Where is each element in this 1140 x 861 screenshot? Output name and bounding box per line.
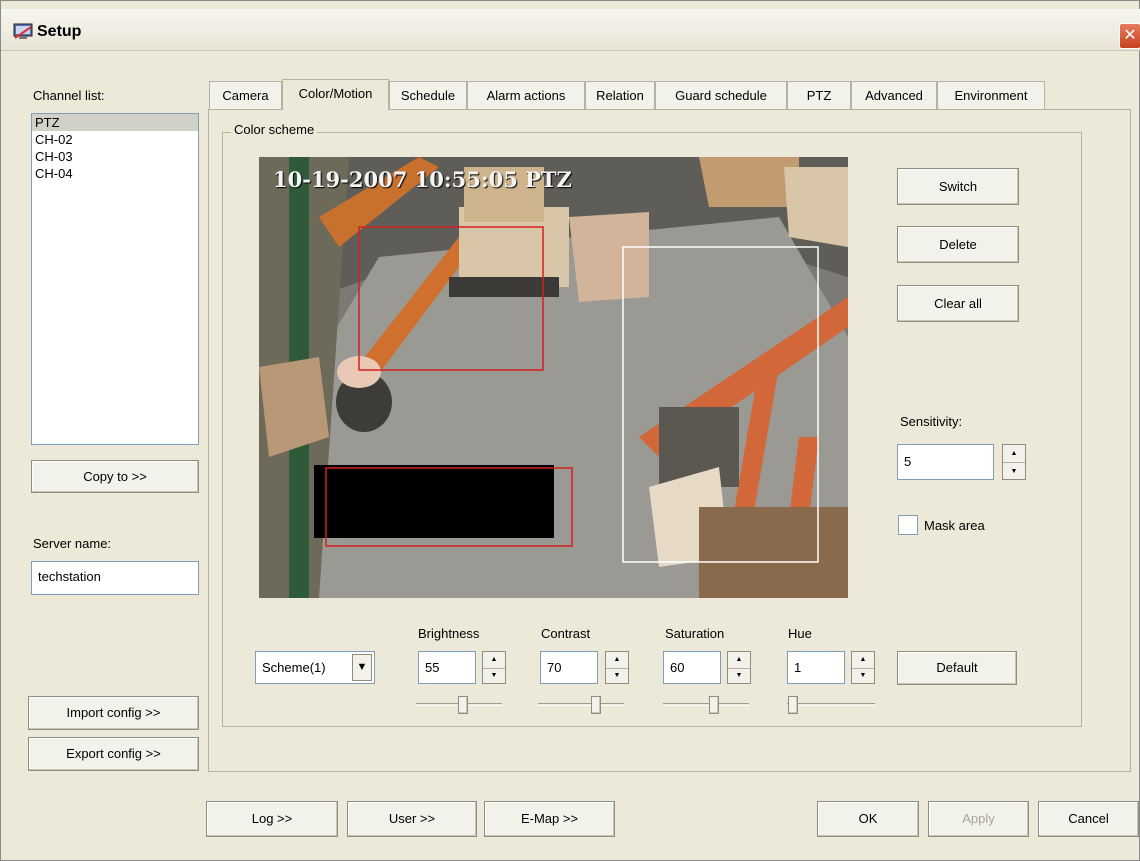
setup-app-icon — [13, 23, 33, 39]
channel-item[interactable]: CH-02 — [32, 131, 198, 148]
saturation-slider[interactable] — [663, 703, 749, 706]
mask-area-label: Mask area — [924, 518, 985, 533]
spin-up-icon[interactable]: ▲ — [606, 652, 628, 668]
channel-item[interactable]: CH-04 — [32, 165, 198, 182]
color-scheme-group-label: Color scheme — [231, 122, 318, 137]
tab-schedule[interactable]: Schedule — [389, 81, 467, 109]
contrast-spinner[interactable]: ▲ ▼ — [605, 651, 629, 684]
channel-item[interactable]: CH-03 — [32, 148, 198, 165]
tab-relation[interactable]: Relation — [585, 81, 655, 109]
contrast-slider[interactable] — [538, 703, 624, 706]
chevron-down-icon[interactable]: ▼ — [352, 654, 372, 681]
tab-alarm-actions[interactable]: Alarm actions — [467, 81, 585, 109]
channel-list-label: Channel list: — [33, 88, 105, 103]
tab-guard-schedule[interactable]: Guard schedule — [655, 81, 787, 109]
video-timestamp-overlay: 10-19-2007 10:55:05 PTZ — [273, 167, 572, 192]
cancel-button[interactable]: Cancel — [1038, 801, 1139, 837]
video-preview[interactable]: 10-19-2007 10:55:05 PTZ — [259, 157, 848, 598]
window-title: Setup — [37, 23, 82, 40]
log-button[interactable]: Log >> — [206, 801, 338, 837]
tab-ptz[interactable]: PTZ — [787, 81, 851, 109]
saturation-spinner[interactable]: ▲ ▼ — [727, 651, 751, 684]
hue-label: Hue — [788, 626, 812, 641]
scheme-select-value: Scheme(1) — [262, 660, 326, 675]
sensitivity-spinner[interactable]: ▲ ▼ — [1002, 444, 1026, 480]
ok-button[interactable]: OK — [817, 801, 919, 837]
spin-up-icon[interactable]: ▲ — [728, 652, 750, 668]
title-bar: Setup ✕ — [1, 9, 1140, 51]
default-button[interactable]: Default — [897, 651, 1017, 685]
spin-down-icon[interactable]: ▼ — [483, 667, 505, 684]
close-icon[interactable]: ✕ — [1119, 23, 1140, 49]
hue-slider[interactable] — [787, 703, 875, 706]
server-name-label: Server name: — [33, 536, 112, 551]
saturation-label: Saturation — [665, 626, 725, 641]
brightness-field[interactable]: 55 — [418, 651, 476, 684]
user-button[interactable]: User >> — [347, 801, 477, 837]
channel-list[interactable]: PTZ CH-02 CH-03 CH-04 — [31, 113, 199, 445]
spin-up-icon[interactable]: ▲ — [852, 652, 874, 668]
contrast-field[interactable]: 70 — [540, 651, 598, 684]
sensitivity-label: Sensitivity: — [900, 414, 963, 429]
copy-to-button[interactable]: Copy to >> — [31, 460, 199, 493]
tab-environment[interactable]: Environment — [937, 81, 1045, 109]
hue-field[interactable]: 1 — [787, 651, 845, 684]
clear-all-button[interactable]: Clear all — [897, 285, 1019, 322]
spin-up-icon[interactable]: ▲ — [483, 652, 505, 668]
switch-button[interactable]: Switch — [897, 168, 1019, 205]
brightness-slider-thumb[interactable] — [457, 696, 468, 714]
spin-down-icon[interactable]: ▼ — [852, 667, 874, 684]
scheme-select[interactable]: Scheme(1) ▼ — [255, 651, 375, 684]
tab-color-motion[interactable]: Color/Motion — [282, 79, 389, 110]
hue-spinner[interactable]: ▲ ▼ — [851, 651, 875, 684]
spin-down-icon[interactable]: ▼ — [728, 667, 750, 684]
apply-button[interactable]: Apply — [928, 801, 1029, 837]
mask-area-checkbox[interactable] — [898, 515, 918, 535]
spin-down-icon[interactable]: ▼ — [606, 667, 628, 684]
saturation-field[interactable]: 60 — [663, 651, 721, 684]
spin-down-icon[interactable]: ▼ — [1003, 462, 1025, 479]
tab-advanced[interactable]: Advanced — [851, 81, 937, 109]
contrast-slider-thumb[interactable] — [591, 696, 602, 714]
camera-frame-image — [259, 157, 848, 598]
export-config-button[interactable]: Export config >> — [28, 737, 199, 771]
spin-up-icon[interactable]: ▲ — [1003, 445, 1025, 462]
brightness-spinner[interactable]: ▲ ▼ — [482, 651, 506, 684]
sensitivity-field[interactable]: 5 — [897, 444, 994, 480]
import-config-button[interactable]: Import config >> — [28, 696, 199, 730]
channel-item[interactable]: PTZ — [32, 114, 198, 131]
brightness-label: Brightness — [418, 626, 480, 641]
setup-window: Setup ✕ Channel list: PTZ CH-02 CH-03 CH… — [0, 0, 1140, 861]
contrast-label: Contrast — [541, 626, 591, 641]
hue-slider-thumb[interactable] — [787, 696, 798, 714]
server-name-field[interactable]: techstation — [31, 561, 199, 595]
emap-button[interactable]: E-Map >> — [484, 801, 615, 837]
tab-camera[interactable]: Camera — [209, 81, 282, 109]
saturation-slider-thumb[interactable] — [708, 696, 719, 714]
delete-button[interactable]: Delete — [897, 226, 1019, 263]
